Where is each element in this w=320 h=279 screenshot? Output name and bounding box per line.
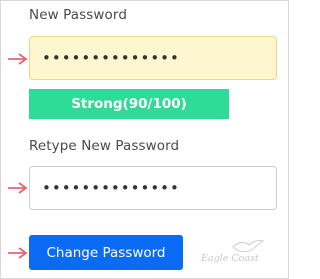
right-arrow-icon [8,182,28,194]
right-arrow-icon [8,53,28,65]
change-password-button[interactable]: Change Password [29,235,183,270]
right-arrow-icon [8,247,28,259]
change-password-panel: New Password Strong(90/100) Retype New P… [0,0,289,279]
retype-password-input[interactable] [29,166,277,210]
new-password-label: New Password [29,7,127,23]
password-strength-meter: Strong(90/100) [29,89,229,119]
retype-password-label: Retype New Password [29,138,180,154]
new-password-input[interactable] [29,36,277,80]
watermark: Eagle Coast [197,237,277,271]
watermark-text: Eagle Coast [201,253,259,264]
